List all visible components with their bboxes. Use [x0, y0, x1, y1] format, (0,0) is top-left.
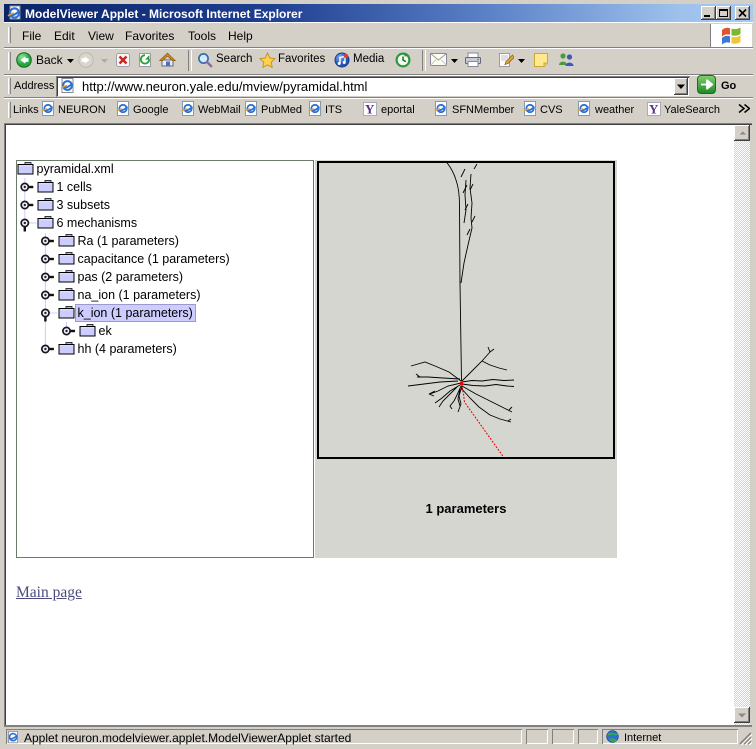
svg-text:Y: Y: [365, 102, 375, 117]
svg-text:Y: Y: [649, 102, 659, 117]
